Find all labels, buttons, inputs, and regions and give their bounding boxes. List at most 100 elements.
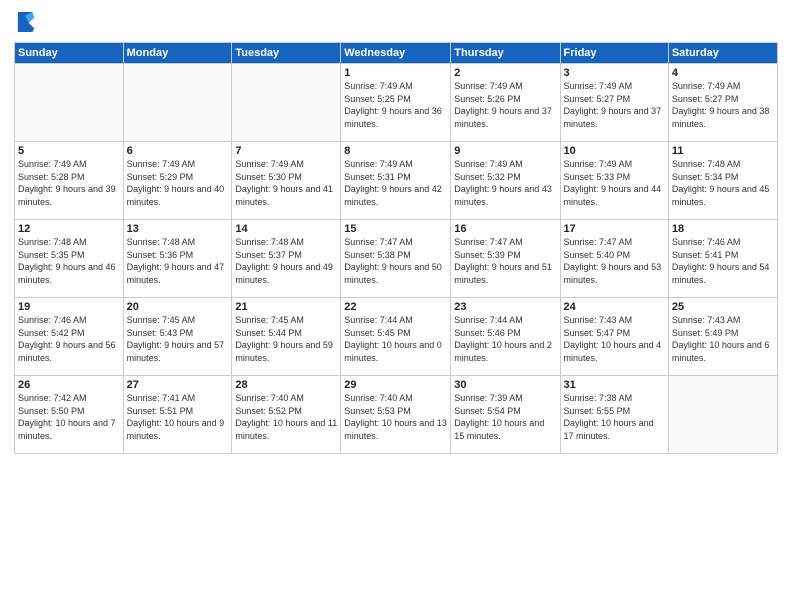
day-number: 21 bbox=[235, 301, 337, 313]
day-number: 17 bbox=[564, 223, 665, 235]
weekday-header-sunday: Sunday bbox=[15, 43, 124, 64]
calendar-cell bbox=[15, 64, 124, 142]
calendar-week-1: 5Sunrise: 7:49 AM Sunset: 5:28 PM Daylig… bbox=[15, 142, 778, 220]
day-number: 30 bbox=[454, 379, 556, 391]
day-info: Sunrise: 7:49 AM Sunset: 5:29 PM Dayligh… bbox=[127, 158, 229, 208]
day-number: 11 bbox=[672, 145, 774, 157]
day-info: Sunrise: 7:49 AM Sunset: 5:30 PM Dayligh… bbox=[235, 158, 337, 208]
day-number: 8 bbox=[344, 145, 447, 157]
day-number: 26 bbox=[18, 379, 120, 391]
calendar-cell: 5Sunrise: 7:49 AM Sunset: 5:28 PM Daylig… bbox=[15, 142, 124, 220]
calendar-cell: 24Sunrise: 7:43 AM Sunset: 5:47 PM Dayli… bbox=[560, 298, 668, 376]
day-number: 15 bbox=[344, 223, 447, 235]
day-info: Sunrise: 7:48 AM Sunset: 5:37 PM Dayligh… bbox=[235, 236, 337, 286]
header bbox=[14, 10, 778, 34]
day-info: Sunrise: 7:39 AM Sunset: 5:54 PM Dayligh… bbox=[454, 392, 556, 442]
day-info: Sunrise: 7:48 AM Sunset: 5:34 PM Dayligh… bbox=[672, 158, 774, 208]
day-number: 22 bbox=[344, 301, 447, 313]
calendar-cell: 20Sunrise: 7:45 AM Sunset: 5:43 PM Dayli… bbox=[123, 298, 232, 376]
day-number: 10 bbox=[564, 145, 665, 157]
day-info: Sunrise: 7:49 AM Sunset: 5:27 PM Dayligh… bbox=[672, 80, 774, 130]
calendar-cell: 14Sunrise: 7:48 AM Sunset: 5:37 PM Dayli… bbox=[232, 220, 341, 298]
page-container: SundayMondayTuesdayWednesdayThursdayFrid… bbox=[0, 0, 792, 612]
day-number: 12 bbox=[18, 223, 120, 235]
calendar-week-4: 26Sunrise: 7:42 AM Sunset: 5:50 PM Dayli… bbox=[15, 376, 778, 454]
calendar-cell: 21Sunrise: 7:45 AM Sunset: 5:44 PM Dayli… bbox=[232, 298, 341, 376]
day-number: 9 bbox=[454, 145, 556, 157]
calendar-table: SundayMondayTuesdayWednesdayThursdayFrid… bbox=[14, 42, 778, 454]
day-number: 31 bbox=[564, 379, 665, 391]
day-number: 3 bbox=[564, 67, 665, 79]
calendar-cell: 23Sunrise: 7:44 AM Sunset: 5:46 PM Dayli… bbox=[451, 298, 560, 376]
calendar-cell: 13Sunrise: 7:48 AM Sunset: 5:36 PM Dayli… bbox=[123, 220, 232, 298]
day-info: Sunrise: 7:49 AM Sunset: 5:31 PM Dayligh… bbox=[344, 158, 447, 208]
day-info: Sunrise: 7:49 AM Sunset: 5:25 PM Dayligh… bbox=[344, 80, 447, 130]
calendar-cell: 15Sunrise: 7:47 AM Sunset: 5:38 PM Dayli… bbox=[341, 220, 451, 298]
day-info: Sunrise: 7:46 AM Sunset: 5:42 PM Dayligh… bbox=[18, 314, 120, 364]
weekday-header-saturday: Saturday bbox=[668, 43, 777, 64]
day-info: Sunrise: 7:43 AM Sunset: 5:47 PM Dayligh… bbox=[564, 314, 665, 364]
day-info: Sunrise: 7:48 AM Sunset: 5:36 PM Dayligh… bbox=[127, 236, 229, 286]
calendar-cell: 17Sunrise: 7:47 AM Sunset: 5:40 PM Dayli… bbox=[560, 220, 668, 298]
weekday-header-wednesday: Wednesday bbox=[341, 43, 451, 64]
day-number: 16 bbox=[454, 223, 556, 235]
day-info: Sunrise: 7:47 AM Sunset: 5:40 PM Dayligh… bbox=[564, 236, 665, 286]
calendar-cell: 30Sunrise: 7:39 AM Sunset: 5:54 PM Dayli… bbox=[451, 376, 560, 454]
day-info: Sunrise: 7:42 AM Sunset: 5:50 PM Dayligh… bbox=[18, 392, 120, 442]
day-info: Sunrise: 7:41 AM Sunset: 5:51 PM Dayligh… bbox=[127, 392, 229, 442]
day-info: Sunrise: 7:44 AM Sunset: 5:46 PM Dayligh… bbox=[454, 314, 556, 364]
day-number: 4 bbox=[672, 67, 774, 79]
day-number: 5 bbox=[18, 145, 120, 157]
calendar-cell: 3Sunrise: 7:49 AM Sunset: 5:27 PM Daylig… bbox=[560, 64, 668, 142]
day-number: 2 bbox=[454, 67, 556, 79]
calendar-cell: 9Sunrise: 7:49 AM Sunset: 5:32 PM Daylig… bbox=[451, 142, 560, 220]
calendar-cell: 6Sunrise: 7:49 AM Sunset: 5:29 PM Daylig… bbox=[123, 142, 232, 220]
calendar-cell bbox=[123, 64, 232, 142]
day-number: 27 bbox=[127, 379, 229, 391]
calendar-cell: 29Sunrise: 7:40 AM Sunset: 5:53 PM Dayli… bbox=[341, 376, 451, 454]
day-number: 6 bbox=[127, 145, 229, 157]
day-info: Sunrise: 7:49 AM Sunset: 5:32 PM Dayligh… bbox=[454, 158, 556, 208]
calendar-cell: 31Sunrise: 7:38 AM Sunset: 5:55 PM Dayli… bbox=[560, 376, 668, 454]
weekday-header-friday: Friday bbox=[560, 43, 668, 64]
calendar-cell: 22Sunrise: 7:44 AM Sunset: 5:45 PM Dayli… bbox=[341, 298, 451, 376]
day-info: Sunrise: 7:48 AM Sunset: 5:35 PM Dayligh… bbox=[18, 236, 120, 286]
day-info: Sunrise: 7:47 AM Sunset: 5:38 PM Dayligh… bbox=[344, 236, 447, 286]
day-info: Sunrise: 7:49 AM Sunset: 5:26 PM Dayligh… bbox=[454, 80, 556, 130]
calendar-cell: 26Sunrise: 7:42 AM Sunset: 5:50 PM Dayli… bbox=[15, 376, 124, 454]
calendar-cell: 8Sunrise: 7:49 AM Sunset: 5:31 PM Daylig… bbox=[341, 142, 451, 220]
weekday-header-monday: Monday bbox=[123, 43, 232, 64]
calendar-cell: 7Sunrise: 7:49 AM Sunset: 5:30 PM Daylig… bbox=[232, 142, 341, 220]
calendar-cell: 19Sunrise: 7:46 AM Sunset: 5:42 PM Dayli… bbox=[15, 298, 124, 376]
day-info: Sunrise: 7:44 AM Sunset: 5:45 PM Dayligh… bbox=[344, 314, 447, 364]
calendar-cell bbox=[232, 64, 341, 142]
calendar-week-2: 12Sunrise: 7:48 AM Sunset: 5:35 PM Dayli… bbox=[15, 220, 778, 298]
calendar-cell: 25Sunrise: 7:43 AM Sunset: 5:49 PM Dayli… bbox=[668, 298, 777, 376]
day-info: Sunrise: 7:49 AM Sunset: 5:27 PM Dayligh… bbox=[564, 80, 665, 130]
calendar-cell: 10Sunrise: 7:49 AM Sunset: 5:33 PM Dayli… bbox=[560, 142, 668, 220]
logo bbox=[14, 10, 36, 34]
calendar-cell: 2Sunrise: 7:49 AM Sunset: 5:26 PM Daylig… bbox=[451, 64, 560, 142]
day-number: 25 bbox=[672, 301, 774, 313]
day-info: Sunrise: 7:46 AM Sunset: 5:41 PM Dayligh… bbox=[672, 236, 774, 286]
day-info: Sunrise: 7:49 AM Sunset: 5:28 PM Dayligh… bbox=[18, 158, 120, 208]
day-number: 20 bbox=[127, 301, 229, 313]
calendar-cell: 28Sunrise: 7:40 AM Sunset: 5:52 PM Dayli… bbox=[232, 376, 341, 454]
calendar-cell: 11Sunrise: 7:48 AM Sunset: 5:34 PM Dayli… bbox=[668, 142, 777, 220]
day-number: 24 bbox=[564, 301, 665, 313]
calendar-cell: 12Sunrise: 7:48 AM Sunset: 5:35 PM Dayli… bbox=[15, 220, 124, 298]
calendar-cell bbox=[668, 376, 777, 454]
calendar-cell: 1Sunrise: 7:49 AM Sunset: 5:25 PM Daylig… bbox=[341, 64, 451, 142]
day-number: 28 bbox=[235, 379, 337, 391]
weekday-header-tuesday: Tuesday bbox=[232, 43, 341, 64]
calendar-cell: 16Sunrise: 7:47 AM Sunset: 5:39 PM Dayli… bbox=[451, 220, 560, 298]
weekday-header-thursday: Thursday bbox=[451, 43, 560, 64]
logo-icon bbox=[16, 10, 36, 34]
calendar-week-0: 1Sunrise: 7:49 AM Sunset: 5:25 PM Daylig… bbox=[15, 64, 778, 142]
calendar-cell: 18Sunrise: 7:46 AM Sunset: 5:41 PM Dayli… bbox=[668, 220, 777, 298]
day-info: Sunrise: 7:47 AM Sunset: 5:39 PM Dayligh… bbox=[454, 236, 556, 286]
day-info: Sunrise: 7:45 AM Sunset: 5:43 PM Dayligh… bbox=[127, 314, 229, 364]
day-number: 1 bbox=[344, 67, 447, 79]
day-number: 29 bbox=[344, 379, 447, 391]
day-info: Sunrise: 7:49 AM Sunset: 5:33 PM Dayligh… bbox=[564, 158, 665, 208]
